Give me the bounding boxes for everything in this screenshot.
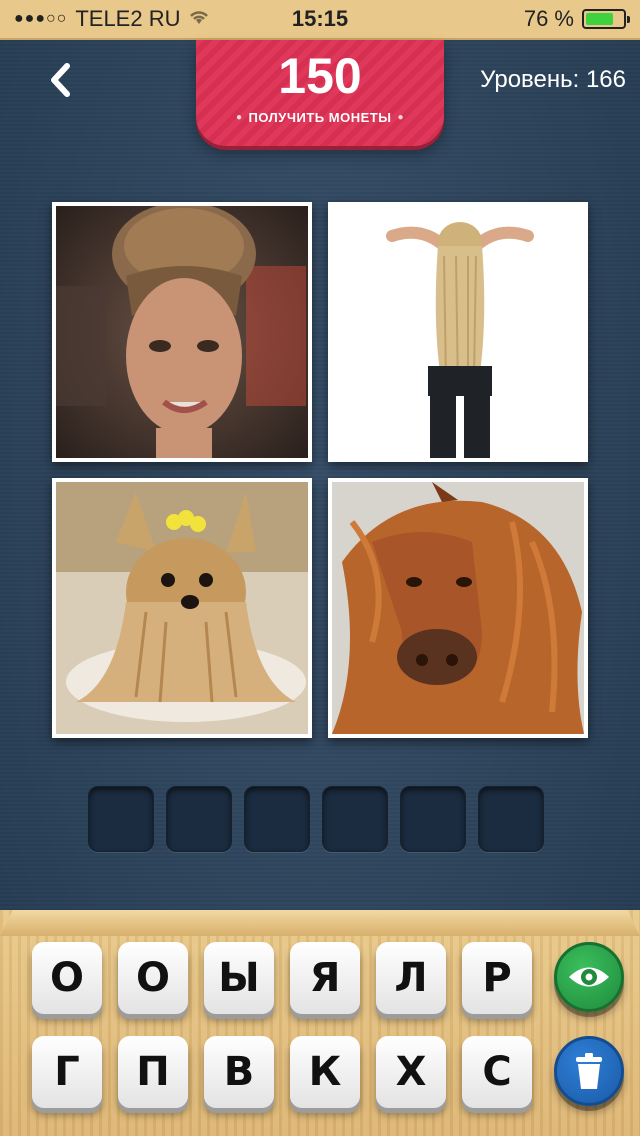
letter-key[interactable]: Р — [462, 942, 532, 1014]
letter-key[interactable]: О — [118, 942, 188, 1014]
letter-key[interactable]: П — [118, 1036, 188, 1108]
get-coins-label: ПОЛУЧИТЬ МОНЕТЫ — [248, 110, 392, 125]
letter-key[interactable]: Г — [32, 1036, 102, 1108]
answer-slot[interactable] — [244, 786, 310, 852]
letter-key[interactable]: В — [204, 1036, 274, 1108]
answer-slot[interactable] — [88, 786, 154, 852]
delete-button[interactable] — [554, 1036, 624, 1106]
wifi-icon — [188, 6, 210, 32]
hint-button[interactable] — [554, 942, 624, 1012]
letter-key[interactable]: О — [32, 942, 102, 1014]
get-coins-button[interactable]: 150 ● ПОЛУЧИТЬ МОНЕТЫ ● — [196, 40, 444, 146]
battery-icon — [582, 9, 630, 29]
long-hair-image — [332, 206, 584, 458]
answer-slots — [88, 786, 544, 852]
signal-icon: ●●●○○ — [14, 10, 68, 27]
clue-photo-1[interactable] — [52, 202, 312, 462]
letter-key[interactable]: Л — [376, 942, 446, 1014]
battery-fill — [586, 13, 614, 25]
coins-count: 150 — [278, 48, 362, 104]
answer-slot[interactable] — [400, 786, 466, 852]
horse-mane-image — [332, 482, 584, 734]
back-button[interactable] — [40, 58, 84, 102]
letter-key[interactable]: К — [290, 1036, 360, 1108]
woman-face-image — [56, 206, 308, 458]
trash-icon — [576, 1053, 602, 1089]
clue-photo-2[interactable] — [328, 202, 588, 462]
tray-edge — [0, 910, 640, 936]
dot-icon: ● — [236, 112, 243, 123]
letter-key[interactable]: Я — [290, 942, 360, 1014]
battery-percent: 76 % — [523, 6, 574, 31]
carrier-label: TELE2 RU — [75, 6, 181, 31]
chevron-left-icon — [51, 63, 70, 97]
clue-photo-3[interactable] — [52, 478, 312, 738]
letter-key[interactable]: Ы — [204, 942, 274, 1014]
clue-photo-4[interactable] — [328, 478, 588, 738]
yorkshire-terrier-image — [56, 482, 308, 734]
eye-icon — [569, 967, 609, 987]
level-label: Уровень: 166 — [480, 66, 626, 93]
answer-slot[interactable] — [166, 786, 232, 852]
answer-slot[interactable] — [478, 786, 544, 852]
dot-icon: ● — [397, 112, 404, 123]
answer-slot[interactable] — [322, 786, 388, 852]
letter-key[interactable]: С — [462, 1036, 532, 1108]
letter-key[interactable]: Х — [376, 1036, 446, 1108]
status-bar: ●●●○○ TELE2 RU 15:15 76 % — [0, 0, 640, 40]
